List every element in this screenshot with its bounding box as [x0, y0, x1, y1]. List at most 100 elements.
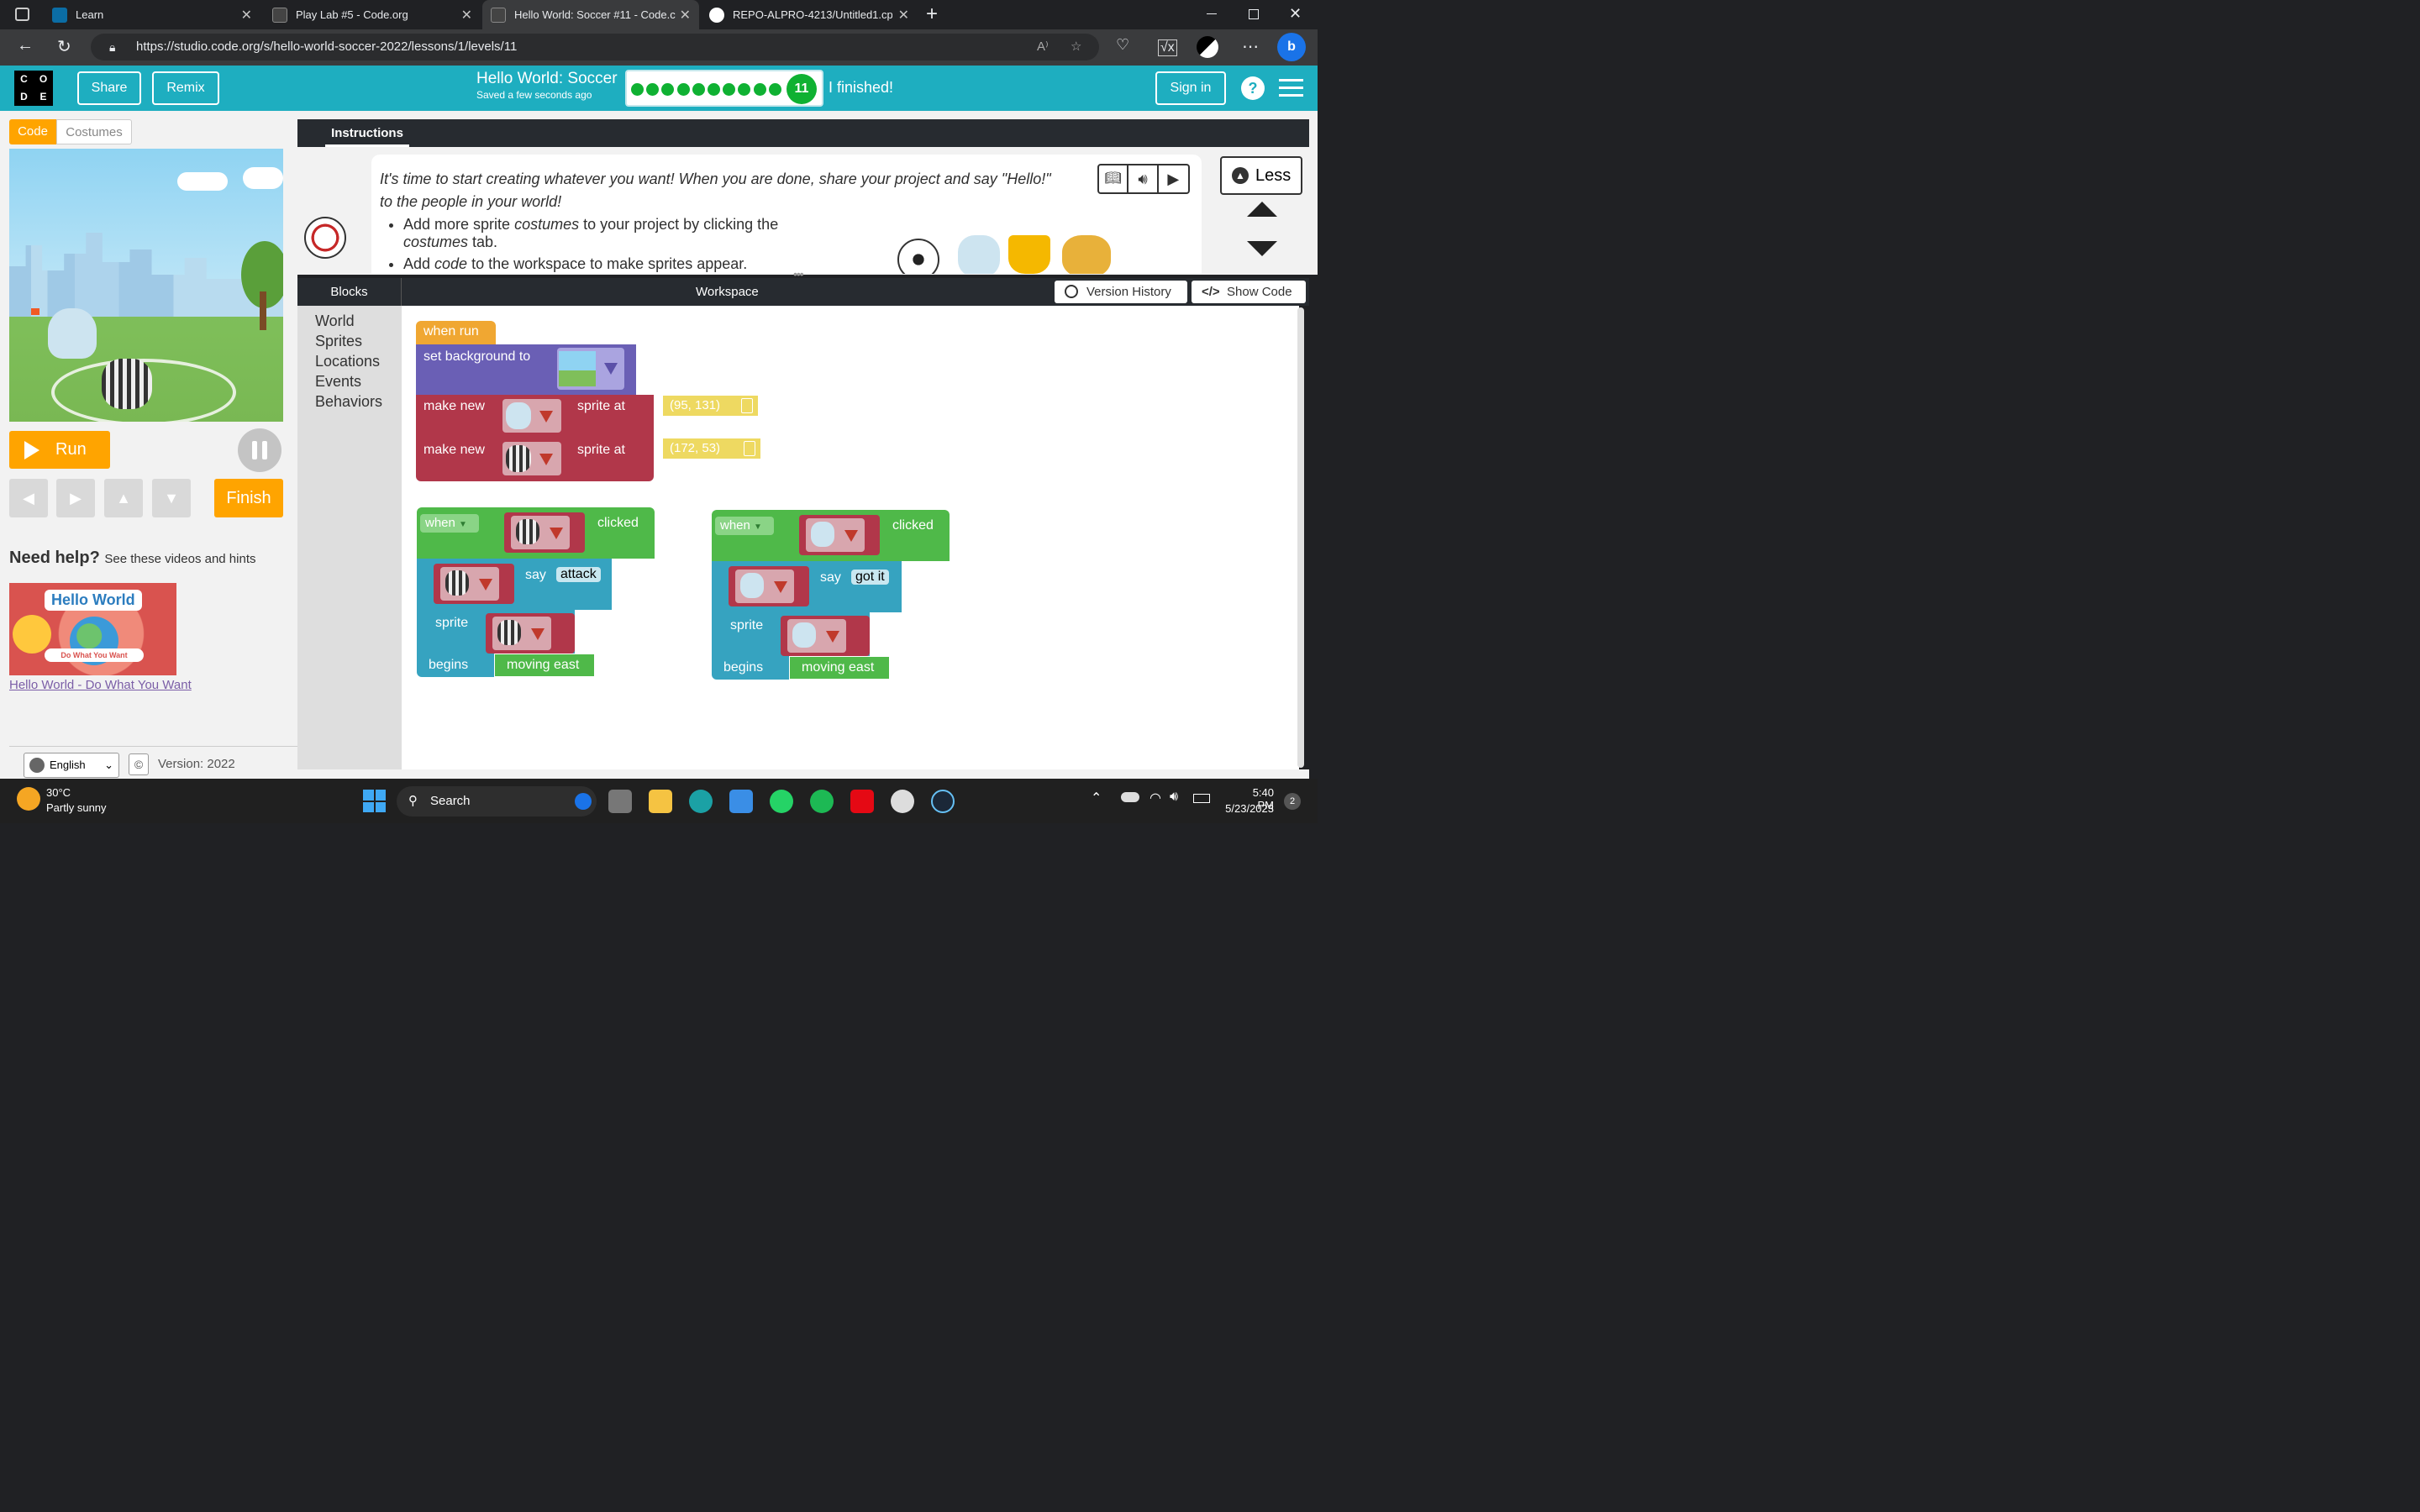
start-icon[interactable] — [363, 790, 386, 812]
category-sprites[interactable]: Sprites — [297, 331, 402, 351]
category-locations[interactable]: Locations — [297, 351, 402, 371]
bing-icon[interactable]: b — [1277, 33, 1306, 61]
when-sprite-clicked-block[interactable]: when ▼ clicked — [417, 507, 655, 559]
store-icon[interactable] — [729, 790, 753, 813]
sprite-begins-block[interactable]: sprite begins moving east — [417, 610, 595, 677]
event-type-dropdown[interactable]: when ▼ — [715, 517, 774, 535]
run-button[interactable]: Run — [9, 431, 110, 469]
pause-button[interactable] — [238, 428, 281, 472]
sprite-dropdown[interactable] — [434, 564, 514, 604]
level-dot[interactable] — [708, 83, 720, 96]
sprite-dropdown[interactable] — [502, 399, 561, 433]
location-pin-icon[interactable] — [744, 441, 755, 456]
tab-learn[interactable]: Learn ✕ — [44, 0, 260, 29]
sprite-dropdown[interactable] — [799, 515, 880, 555]
scroll-down-icon[interactable] — [1247, 241, 1277, 256]
play-icon[interactable]: ▶ — [1159, 165, 1188, 192]
language-select[interactable]: English ⌄ — [24, 753, 119, 778]
level-dot[interactable] — [631, 83, 644, 96]
minimize-icon[interactable] — [1207, 13, 1217, 14]
tab-github-repo[interactable]: REPO-ALPRO-4213/Untitled1.cp ✕ — [701, 0, 918, 29]
workspace-scrollbar[interactable] — [1297, 307, 1304, 768]
favorite-icon[interactable]: ☆ — [1071, 34, 1081, 60]
close-window-icon[interactable]: ✕ — [1289, 5, 1302, 23]
ubisoft-icon[interactable] — [891, 790, 914, 813]
copyright-button[interactable]: © — [129, 753, 149, 775]
netflix-icon[interactable] — [850, 790, 874, 813]
close-icon[interactable]: ✕ — [898, 7, 909, 24]
sprite-begins-block[interactable]: sprite begins moving east — [712, 612, 890, 680]
category-world[interactable]: World — [297, 311, 402, 331]
url-input[interactable]: 🔒︎ https://studio.code.org/s/hello-world… — [91, 34, 1099, 60]
up-arrow-button[interactable]: ▲ — [104, 479, 143, 517]
location-pin-icon[interactable] — [741, 398, 753, 413]
level-dot[interactable] — [692, 83, 705, 96]
math-solver-icon[interactable]: √x — [1158, 39, 1177, 56]
rhino-sprite[interactable] — [48, 308, 97, 359]
whatsapp-icon[interactable] — [770, 790, 793, 813]
behavior-block[interactable]: moving east — [789, 656, 890, 680]
code-tab[interactable]: Code — [9, 119, 56, 144]
clock-date[interactable]: 5/23/2023 — [1217, 802, 1274, 815]
sprite-dropdown[interactable] — [502, 442, 561, 475]
edge-icon[interactable] — [689, 790, 713, 813]
version-history-button[interactable]: Version History — [1055, 281, 1187, 303]
right-arrow-button[interactable]: ▶ — [56, 479, 95, 517]
wifi-icon[interactable]: ◠ — [1150, 790, 1161, 806]
say-text-value[interactable]: got it — [851, 570, 889, 585]
share-button[interactable]: Share — [77, 71, 141, 105]
close-icon[interactable]: ✕ — [680, 7, 691, 24]
set-background-block[interactable]: set background to — [416, 344, 636, 395]
category-behaviors[interactable]: Behaviors — [297, 391, 402, 412]
video-thumbnail[interactable]: Hello World Do What You Want — [9, 583, 176, 675]
zebra-sprite[interactable] — [102, 359, 152, 409]
tab-hello-world-soccer[interactable]: Hello World: Soccer #11 - Code.c ✕ — [482, 0, 699, 29]
more-menu-icon[interactable]: ⋯ — [1242, 36, 1259, 57]
scroll-up-icon[interactable] — [1247, 202, 1277, 217]
sprite-say-block[interactable]: say got it — [712, 561, 902, 612]
speaker-icon[interactable]: 🔊︎ — [1128, 165, 1159, 192]
read-aloud-icon[interactable]: A⁾ — [1037, 34, 1049, 60]
battery-icon[interactable] — [1193, 794, 1210, 803]
close-icon[interactable]: ✕ — [461, 7, 472, 24]
file-explorer-icon[interactable] — [649, 790, 672, 813]
instructions-tab[interactable]: Instructions — [325, 119, 409, 147]
when-sprite-clicked-block[interactable]: when ▼ clicked — [712, 510, 950, 561]
finished-link[interactable]: I finished! — [829, 79, 893, 97]
less-button[interactable]: ▲ Less — [1220, 156, 1302, 195]
sprite-dropdown[interactable] — [781, 616, 870, 656]
sprite-dropdown[interactable] — [504, 512, 585, 553]
current-level-bubble[interactable]: 11 — [786, 74, 817, 104]
sign-in-button[interactable]: Sign in — [1155, 71, 1226, 105]
level-dot[interactable] — [661, 83, 675, 96]
taskbar-search[interactable]: ⚲ Search — [397, 786, 597, 816]
remix-button[interactable]: Remix — [152, 71, 219, 105]
help-icon[interactable]: ? — [1241, 76, 1265, 100]
tray-chevron-up-icon[interactable]: ⌃ — [1091, 790, 1102, 806]
level-dot[interactable] — [738, 83, 751, 96]
profile-avatar[interactable] — [1197, 36, 1218, 58]
back-icon[interactable]: ← — [17, 36, 34, 55]
notification-badge[interactable]: 2 — [1284, 793, 1301, 810]
level-dot[interactable] — [753, 83, 766, 96]
background-dropdown[interactable] — [557, 348, 624, 390]
finish-button[interactable]: Finish — [214, 479, 283, 517]
when-run-block[interactable]: when run — [416, 321, 496, 344]
video-link[interactable]: Hello World - Do What You Want — [9, 678, 192, 692]
level-dot[interactable] — [768, 83, 781, 96]
behavior-block[interactable]: moving east — [494, 654, 595, 677]
steam-icon[interactable] — [931, 790, 955, 813]
tab-play-lab[interactable]: Play Lab #5 - Code.org ✕ — [264, 0, 481, 29]
task-view-icon[interactable] — [608, 790, 632, 813]
tab-actions-icon[interactable] — [15, 8, 29, 21]
game-stage[interactable] — [9, 149, 283, 422]
category-events[interactable]: Events — [297, 371, 402, 391]
codeorg-logo[interactable]: C O D E — [14, 71, 53, 106]
left-arrow-button[interactable]: ◀ — [9, 479, 48, 517]
sprite-dropdown[interactable] — [729, 566, 809, 606]
new-tab-icon[interactable]: + — [926, 3, 938, 26]
down-arrow-button[interactable]: ▼ — [152, 479, 191, 517]
location-block[interactable]: (172, 53) — [662, 438, 761, 459]
location-block[interactable]: (95, 131) — [662, 395, 759, 417]
read-aloud-icon[interactable]: 📖︎ — [1099, 165, 1129, 192]
